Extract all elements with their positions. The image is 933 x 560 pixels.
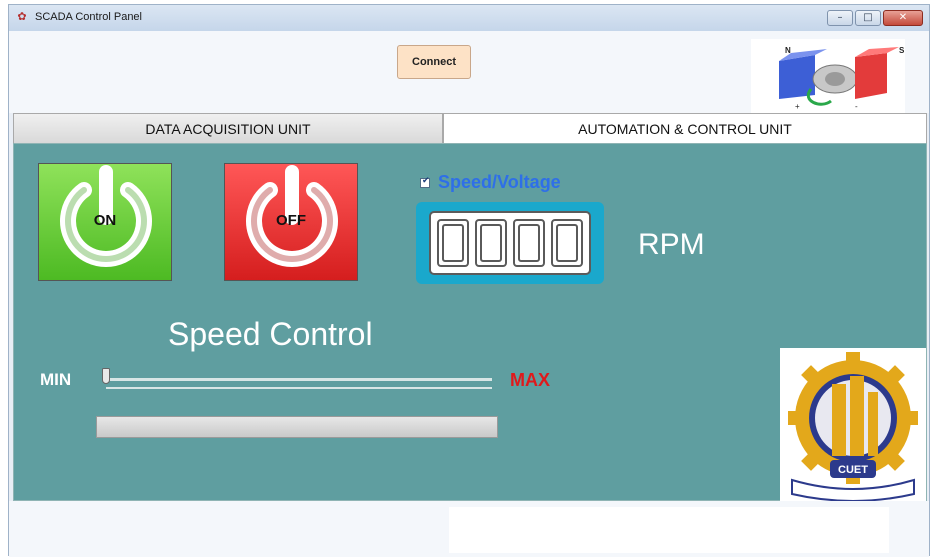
app-icon: ✿ [17,10,27,23]
on-button[interactable]: ON [38,163,172,281]
speed-control-title: Speed Control [168,316,373,352]
window-title: SCADA Control Panel [35,11,142,23]
off-button[interactable]: OFF [224,163,358,281]
speed-progress-bar [96,416,498,438]
speed-slider-track[interactable] [106,378,492,381]
connect-button[interactable]: Connect [397,45,471,79]
close-icon: ✕ [898,12,908,23]
tab-automation-control[interactable]: AUTOMATION & CONTROL UNIT [443,113,927,143]
maximize-icon: □ [863,12,873,23]
motor-diagram-image: N S + - [751,39,905,113]
minimize-button[interactable]: – [827,10,853,26]
top-toolbar: Connect N S + - [9,31,929,113]
slider-min-label: MIN [40,370,72,389]
app-window: ✿ SCADA Control Panel – □ ✕ Connect N S … [8,4,930,557]
svg-text:S: S [899,46,905,55]
tab-data-acquisition[interactable]: DATA ACQUISITION UNIT [13,113,443,143]
close-button[interactable]: ✕ [883,10,923,26]
speed-slider-thumb[interactable] [102,368,110,384]
slider-max-label: MAX [510,370,550,390]
minimize-icon: – [837,12,843,23]
off-label: OFF [276,212,306,229]
on-label: ON [93,212,117,229]
maximize-button[interactable]: □ [855,10,881,26]
speed-slider-tick-line [106,387,492,389]
speed-voltage-label: Speed/Voltage [438,172,561,192]
svg-text:-: - [855,102,858,111]
cuet-logo: CUET [780,348,926,502]
automation-control-panel: ON OFF ✔ Speed/Voltage 0000 RPM Speed Co… [13,143,927,502]
title-bar[interactable]: ✿ SCADA Control Panel – □ ✕ [9,5,929,31]
check-icon: ✔ [422,176,430,186]
display-value: 0000 [416,202,417,203]
logo-text: CUET [838,464,868,476]
rpm-unit-label: RPM [638,228,705,261]
svg-text:+: + [795,102,800,111]
status-area [9,501,929,557]
speed-voltage-checkbox[interactable]: ✔ [420,176,430,188]
tab-strip: DATA ACQUISITION UNIT AUTOMATION & CONTR… [13,113,927,143]
status-placeholder [449,507,889,553]
rpm-display: 0000 [416,202,604,284]
